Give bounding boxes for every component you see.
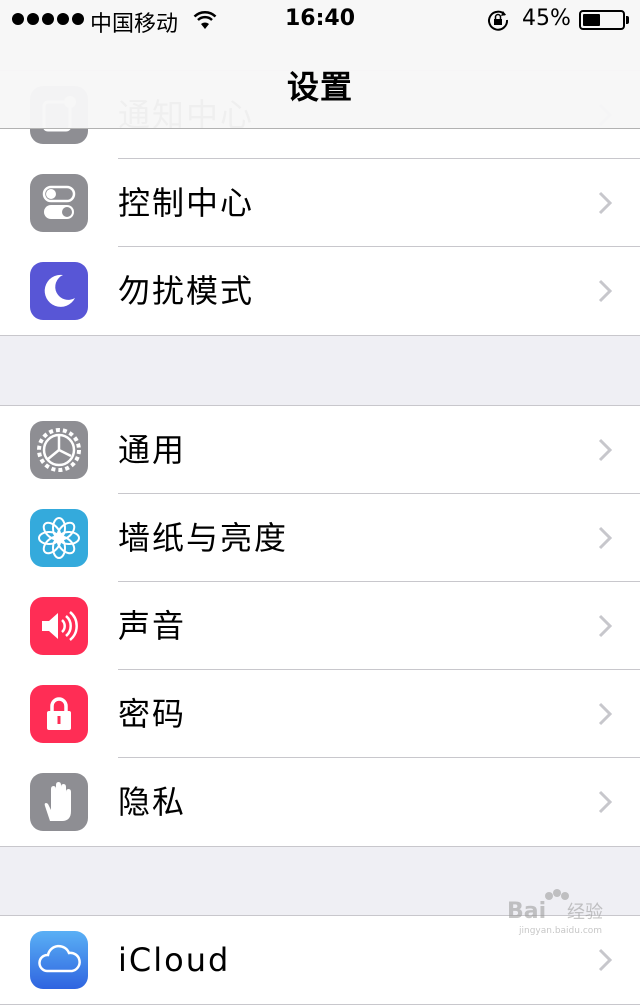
settings-row-wallpaper-brightness[interactable]: 墙纸与亮度: [0, 494, 640, 582]
chevron-right-icon: [598, 191, 612, 215]
svg-text:Bai: Bai: [507, 899, 546, 924]
settings-row-do-not-disturb[interactable]: 勿扰模式: [0, 247, 640, 335]
settings-row-label: 勿扰模式: [118, 272, 255, 310]
settings-row-label: iCloud: [118, 941, 231, 979]
chevron-right-icon: [598, 614, 612, 638]
settings-row-privacy[interactable]: 隐私: [0, 758, 640, 846]
top-bar: 中国移动 16:40 45% 设置: [0, 0, 640, 129]
control-center-icon: [30, 174, 88, 232]
page-title: 设置: [286, 68, 353, 106]
chevron-right-icon: [598, 702, 612, 726]
battery-tip: [626, 16, 629, 24]
gear-icon: [30, 421, 88, 479]
rotation-lock-icon: [488, 10, 509, 31]
settings-row-label: 密码: [118, 695, 187, 733]
settings-row-label: 控制中心: [118, 184, 255, 222]
speaker-icon: [30, 597, 88, 655]
baidu-watermark-logo: Bai 经验 jingyan.baidu.com: [507, 889, 603, 936]
status-bar: 中国移动 16:40 45%: [0, 0, 640, 40]
hand-icon: [30, 773, 88, 831]
chevron-right-icon: [598, 279, 612, 303]
settings-row-passcode[interactable]: 密码: [0, 670, 640, 758]
chevron-right-icon: [598, 438, 612, 462]
settings-row-general[interactable]: 通用: [0, 406, 640, 494]
chevron-right-icon: [598, 948, 612, 972]
svg-text:jingyan.baidu.com: jingyan.baidu.com: [518, 926, 602, 936]
settings-row-label: 声音: [118, 607, 187, 645]
svg-text:经验: 经验: [567, 902, 603, 923]
settings-group-2: 通用 墙纸与亮度 声音 密码 隐私: [0, 405, 640, 847]
settings-row-label: 墙纸与亮度: [118, 519, 289, 557]
settings-row-control-center[interactable]: 控制中心: [0, 159, 640, 247]
lock-icon: [30, 685, 88, 743]
flower-icon: [30, 509, 88, 567]
battery-percentage: 45%: [522, 6, 571, 31]
battery-level: [583, 14, 600, 26]
cloud-icon: [30, 931, 88, 989]
chevron-right-icon: [598, 790, 612, 814]
settings-row-label: 隐私: [118, 783, 187, 821]
battery-icon: [579, 10, 625, 30]
chevron-right-icon: [598, 526, 612, 550]
settings-row-sounds[interactable]: 声音: [0, 582, 640, 670]
moon-icon: [30, 262, 88, 320]
settings-row-label: 通用: [118, 431, 187, 469]
